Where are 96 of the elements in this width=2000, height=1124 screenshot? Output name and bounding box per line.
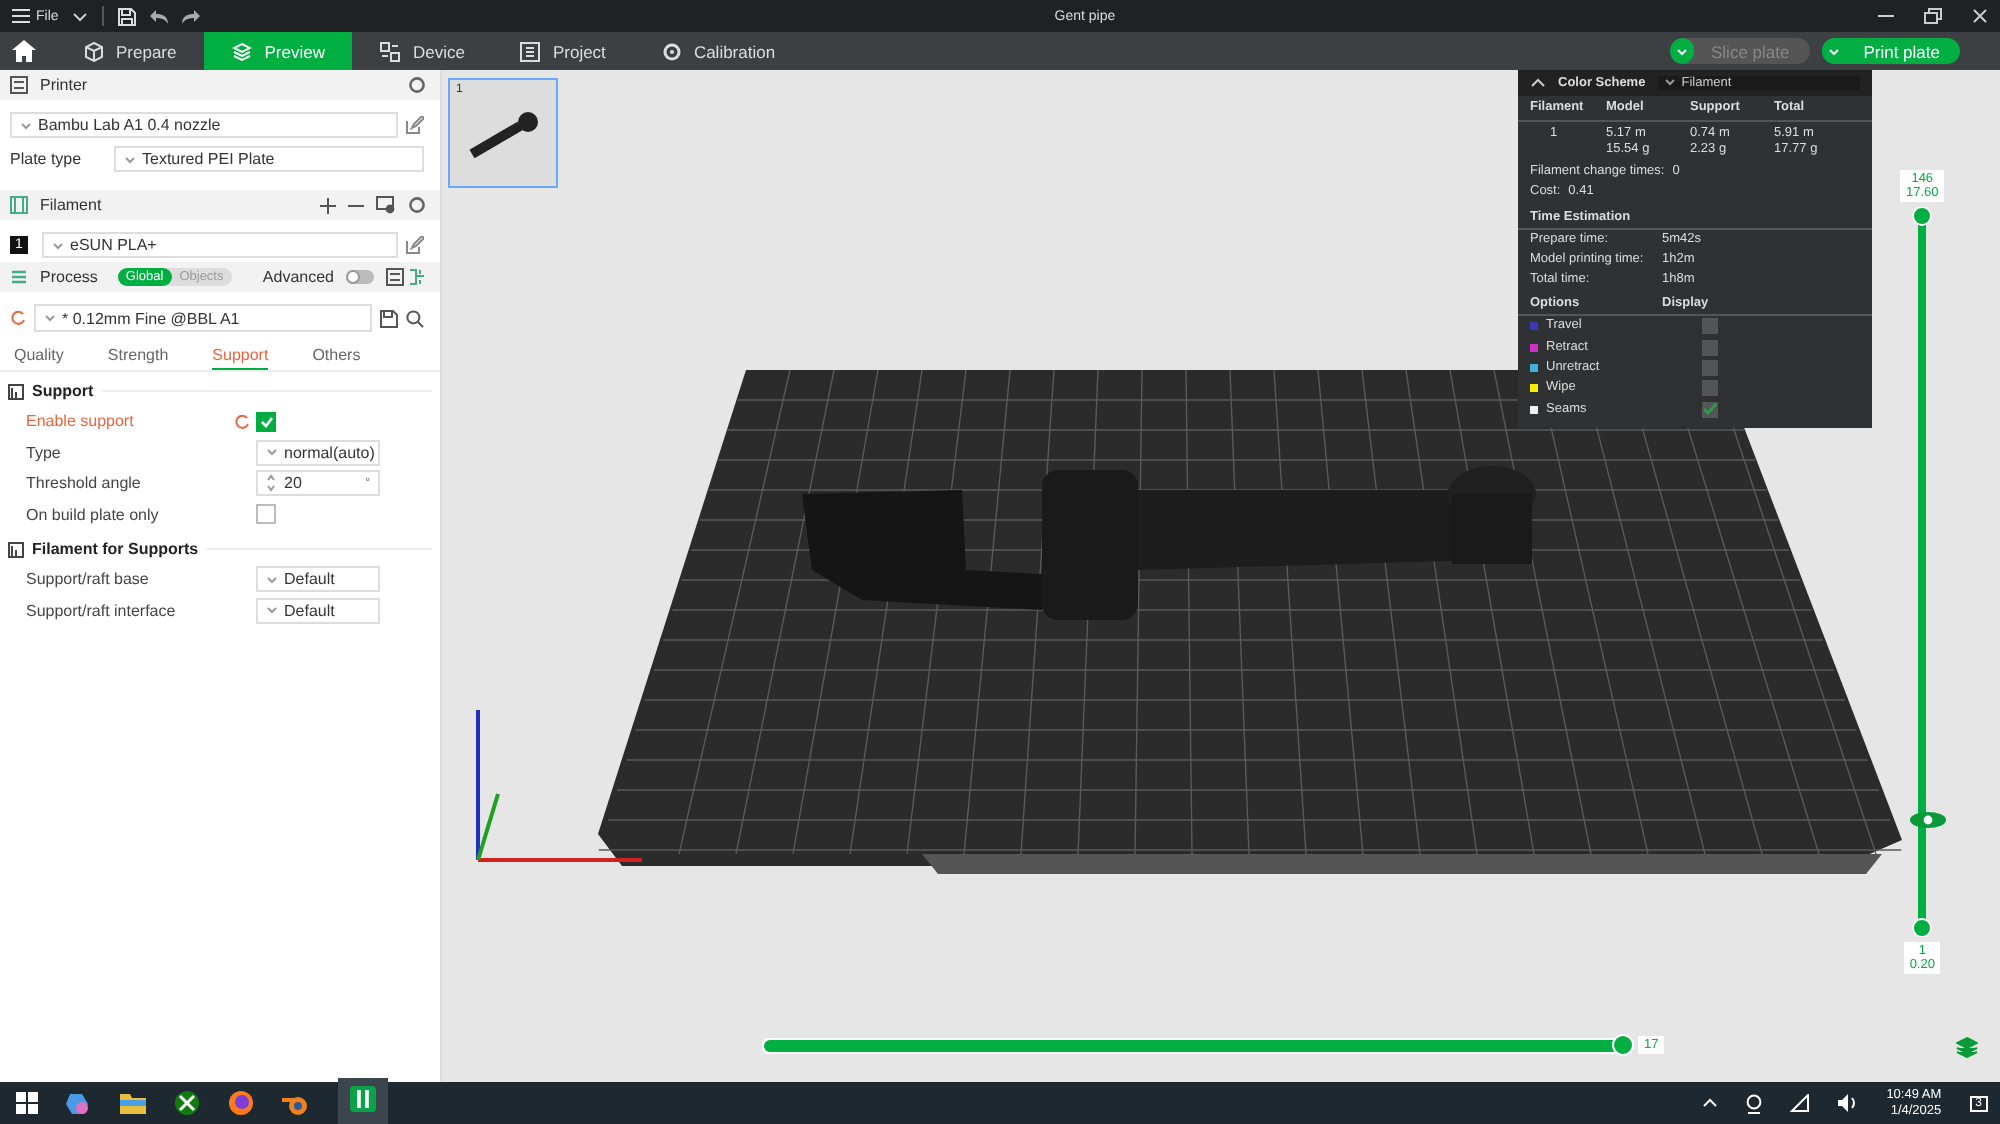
caret-icon	[52, 241, 64, 249]
chevron-up-icon[interactable]	[1702, 1098, 1719, 1108]
section-title: Process	[40, 268, 98, 286]
model-thumbnail-icon	[467, 109, 539, 157]
close-icon[interactable]	[1972, 8, 1988, 24]
caret-icon	[20, 121, 32, 129]
settings-tab[interactable]: Others	[312, 346, 361, 370]
start-icon[interactable]	[16, 1092, 38, 1114]
setting-select[interactable]: normal(auto)	[256, 439, 380, 466]
add-icon[interactable]	[320, 197, 336, 213]
undo-icon[interactable]	[150, 9, 169, 23]
section-title: Filament for Supports	[32, 540, 199, 558]
setting-select[interactable]: Default	[256, 566, 380, 593]
cube-icon	[84, 41, 104, 61]
edit-icon[interactable]	[406, 116, 424, 134]
section-icon	[8, 383, 24, 399]
settings-tab[interactable]: Quality	[14, 346, 64, 370]
target-icon	[661, 41, 682, 61]
search-icon[interactable]	[406, 309, 424, 327]
nav-tab[interactable]: Calibration	[633, 32, 804, 70]
material-select[interactable]: eSUN PLA+	[42, 232, 398, 258]
setting-label: On build plate only	[26, 505, 161, 524]
checkbox[interactable]	[256, 411, 276, 432]
plate-type-select[interactable]: Textured PEI Plate	[114, 146, 424, 172]
display-checkbox[interactable]	[1702, 339, 1718, 356]
advanced-label: Advanced	[262, 268, 334, 286]
save-icon[interactable]	[380, 309, 398, 327]
setting-select[interactable]: Default	[256, 597, 380, 624]
caret-icon	[266, 575, 278, 584]
nav-tab[interactable]: Device	[352, 32, 493, 70]
spin-value: 20	[284, 474, 304, 493]
app-icon[interactable]	[350, 1086, 376, 1112]
settings-icon[interactable]	[408, 196, 426, 214]
setting-label: Enable support	[26, 412, 136, 431]
section-title: Filament	[40, 196, 102, 214]
printer-icon	[10, 76, 28, 94]
preset-name: * 0.12mm Fine @BBL A1	[62, 309, 240, 327]
setting-label: Support/raft interface	[26, 601, 178, 620]
checkbox[interactable]	[256, 504, 276, 525]
display-checkbox[interactable]	[1702, 380, 1718, 397]
settings-icon[interactable]	[408, 76, 426, 94]
section-title: Printer	[40, 76, 88, 94]
printer-name: Bambu Lab A1 0.4 nozzle	[38, 116, 221, 134]
layers-icon[interactable]	[1956, 1036, 1978, 1058]
display-checkbox[interactable]	[1702, 318, 1718, 335]
caret-icon[interactable]	[72, 11, 89, 21]
volume-icon[interactable]	[1838, 1094, 1859, 1112]
edit-icon[interactable]	[406, 236, 424, 254]
caret-icon	[266, 448, 278, 457]
nav-tab[interactable]: Prepare	[56, 32, 205, 70]
process-icon	[10, 268, 28, 286]
reset-icon[interactable]	[234, 413, 250, 430]
wifi-icon[interactable]	[1790, 1094, 1811, 1112]
material-name: eSUN PLA+	[70, 236, 157, 254]
restore-icon[interactable]	[1924, 8, 1942, 24]
folder-icon[interactable]	[120, 1092, 146, 1114]
collapse-icon[interactable]	[1530, 78, 1546, 88]
nav-tab[interactable]: Project	[492, 32, 634, 70]
setting-label: Type	[26, 443, 63, 462]
section-title: Support	[32, 382, 94, 400]
layers-icon	[232, 41, 253, 61]
process-preset-select[interactable]: * 0.12mm Fine @BBL A1	[34, 304, 372, 332]
select-value: Default	[284, 570, 335, 589]
caret-icon	[266, 606, 278, 615]
compare-icon[interactable]	[386, 268, 426, 286]
select-value: Default	[284, 601, 335, 620]
reset-icon[interactable]	[10, 310, 26, 326]
eye-icon[interactable]	[1908, 810, 1948, 830]
caret-icon	[124, 155, 136, 163]
xbox-icon[interactable]	[174, 1090, 200, 1116]
layer-slider[interactable]	[1918, 206, 1927, 938]
section-icon	[8, 541, 24, 557]
redo-icon[interactable]	[182, 9, 201, 23]
settings-tab[interactable]: Strength	[107, 346, 169, 370]
caret-icon	[1663, 78, 1676, 86]
display-checkbox[interactable]	[1702, 359, 1718, 376]
menu-icon	[12, 8, 30, 24]
display-checkbox[interactable]	[1702, 401, 1718, 418]
plate-name: Textured PEI Plate	[142, 150, 275, 168]
printer-select[interactable]: Bambu Lab A1 0.4 nozzle	[10, 112, 398, 138]
device-icon	[380, 41, 401, 61]
setting-label: Threshold angle	[26, 474, 143, 493]
firefox-icon[interactable]	[228, 1090, 254, 1116]
webcam-icon[interactable]	[1746, 1093, 1763, 1113]
sync-icon[interactable]	[376, 196, 396, 214]
caret-icon	[44, 314, 56, 322]
blender-icon[interactable]	[282, 1091, 310, 1115]
field-label: Plate type	[10, 150, 84, 168]
select-value: normal(auto)	[284, 443, 375, 462]
filament-icon	[10, 196, 28, 214]
document-icon	[520, 41, 541, 61]
spinner-arrows-icon[interactable]	[266, 474, 276, 493]
advanced-switch[interactable]	[346, 270, 374, 284]
copilot-icon[interactable]	[66, 1090, 92, 1116]
home-icon[interactable]	[12, 40, 36, 62]
setting-label: Support/raft base	[26, 570, 151, 589]
